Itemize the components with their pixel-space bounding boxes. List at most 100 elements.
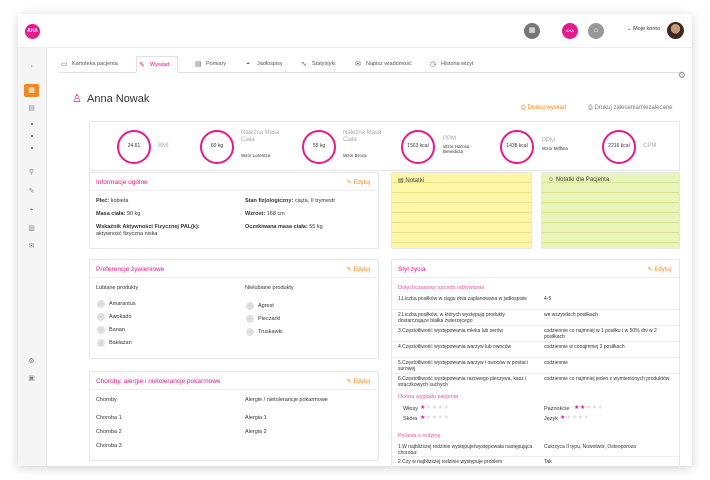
product-icon: ◦ — [97, 313, 105, 321]
field-value: 168 cm — [266, 211, 285, 217]
lifestyle-answer: 4-5 — [544, 296, 552, 302]
dish-icon[interactable]: ◓ — [24, 204, 39, 217]
lifestyle-card: Styl życia ✎ Edytuj Dotychczasowy sposób… — [391, 259, 680, 466]
folder-icon: ▭ — [61, 61, 68, 68]
tab-label: Pomiary — [206, 61, 227, 67]
sex-row: Płeć: kobieta — [96, 198, 128, 205]
cpm-gauge: 2216 kcal — [602, 130, 636, 164]
product-icon: ◦ — [97, 326, 105, 334]
stat-label: BMI — [158, 143, 169, 149]
lifestyle-answer: codziennie co najmniej jeden z wymienion… — [544, 376, 670, 382]
edit-button[interactable]: ✎ Edytuj — [347, 179, 370, 186]
tab-bar: ▭ Kartoteka pacjenta ✎ Wywiad ▤ Pomiary ◓ Ja… — [59, 56, 680, 73]
stat-label: PPM — [542, 138, 556, 144]
collapse-arrow-icon[interactable]: › — [24, 60, 39, 73]
lifestyle-question: 3.Częstotliwość występowania mleka lub s… — [398, 328, 504, 334]
tab-statistics[interactable]: ∿ Statystyki — [299, 56, 336, 73]
product-icon: ◦ — [97, 300, 105, 308]
divider — [392, 341, 679, 342]
divider — [90, 190, 378, 191]
sidebar: › ▦ ▤ ⚲ ✎ ◓ ▥ ✉ ⚙ ▣ — [18, 48, 47, 466]
tab-measurements[interactable]: ▤ Pomiary — [193, 56, 226, 73]
account-menu[interactable]: ⌄ Moje konto — [627, 26, 660, 32]
field-label: Stan fizjologiczny: — [245, 198, 294, 204]
lifestyle-answer: codziennie — [544, 360, 568, 366]
weight-row: Masa ciała: 90 kg — [96, 211, 140, 218]
pencil-icon[interactable]: ✎ — [24, 185, 39, 198]
sidebar-dot — [31, 135, 33, 137]
lifestyle-answer: codziennie co najmniej w 1 posiłku i w 5… — [544, 328, 657, 340]
ideal-weight-lorentz-gauge: 60 kg — [200, 130, 234, 164]
section-heading: Dotychczasowy sposób odżywiania — [398, 285, 485, 291]
field-label: Wzrost: — [245, 211, 266, 217]
stat-sub: Wzór Mifflina — [542, 146, 568, 151]
product-icon: ◦ — [246, 315, 254, 323]
cart-icon[interactable]: ⌂ — [588, 23, 604, 39]
tab-label: Kartoteka pacjenta — [72, 61, 118, 67]
table-icon[interactable]: ▥ — [24, 222, 39, 235]
account-label: Moje konto — [633, 26, 660, 32]
settings-icon[interactable]: ⚙ — [24, 355, 39, 368]
aha-icon[interactable]: AHA — [562, 23, 578, 39]
avatar[interactable] — [667, 22, 684, 39]
stat-sub: Wzór Harrisa -Benedicta — [443, 144, 472, 154]
print-recommendations-button[interactable]: ⎙ Drukuj zalecenia/niezalecane — [588, 105, 673, 112]
notes-panel[interactable]: ▤ Notatki — [391, 172, 532, 249]
topbar: AHA ▦ AHA ⌂ ⌄ Moje konto — [18, 14, 692, 48]
building-icon[interactable]: ▣ — [24, 372, 39, 385]
tab-patient-file[interactable]: ▭ Kartoteka pacjenta — [59, 56, 118, 73]
rating-stars: ★★★★★ — [420, 405, 450, 411]
bmi-gauge: 24.61 — [117, 130, 151, 164]
search-icon[interactable]: ⚲ — [24, 166, 39, 179]
rating-label: Włosy — [403, 406, 418, 412]
card-title: Choroby, alergie i nietolerancje pokarmo… — [96, 378, 221, 385]
field-value: kobieta — [110, 198, 129, 204]
disliked-item: Truskawki — [258, 329, 283, 335]
family-question: 1.W najbliższej rodzinie występuje/wystę… — [398, 444, 533, 456]
stat-label: Należna Masa Ciała — [343, 130, 382, 143]
edit-button[interactable]: ✎ Edytuj — [648, 266, 671, 273]
rating-label: Język — [544, 416, 559, 422]
disease-item: Choroba 3 — [96, 443, 122, 449]
tab-write-message[interactable]: ✉ Napisz wiadomość — [353, 56, 412, 73]
field-value: ciąża, II trymestr — [294, 198, 336, 204]
grid-icon[interactable]: ▦ — [24, 84, 39, 97]
chart-icon: ∿ — [301, 61, 307, 68]
app-logo[interactable]: AHA — [25, 24, 40, 39]
tab-label: Wywiad — [150, 62, 170, 68]
stat-label: PPM — [443, 136, 457, 142]
liked-item: Amarantus — [109, 301, 136, 307]
field-label: Wskaźnik Aktywności Fizycznej PAL(k): — [96, 224, 200, 230]
patient-notes-panel[interactable]: ☺ Notatki dla Pacjenta — [541, 172, 680, 249]
product-icon: ◦ — [246, 302, 254, 310]
patient-name: Anna Nowak — [87, 93, 150, 105]
allergies-header: Alergie / nietolerancje pokarmowe — [245, 397, 328, 403]
tab-label: Statystyki — [312, 61, 336, 67]
stat-label: CPM — [643, 143, 657, 149]
envelope-icon: ✉ — [355, 61, 361, 68]
family-answer: Tak — [544, 459, 552, 465]
food-preferences-card: Preferencje żywieniowe ✎ Edytuj Lubiane … — [89, 259, 379, 359]
divider — [392, 309, 679, 310]
rating-label: Paznokcie — [544, 406, 570, 412]
tab-interview[interactable]: ✎ Wywiad — [136, 56, 179, 73]
patient-notes-title: Notatki dla Pacjenta — [555, 177, 610, 183]
edit-button[interactable]: ✎ Edytuj — [347, 266, 370, 273]
rating-stars: ★★★★★ — [574, 405, 604, 411]
tab-meal-plans[interactable]: ◓ Jadłospisy — [244, 56, 283, 73]
print-interview-button[interactable]: ⎙ Drukuj wywiad — [521, 105, 566, 112]
liked-item: Awokado — [109, 314, 132, 320]
tab-visit-history[interactable]: ◷ Historia wizyt — [428, 56, 473, 73]
print-recommendations-label: Drukuj zalecenia/niezalecane — [594, 105, 673, 111]
stat-sub: Wzór Lorentza — [241, 153, 271, 158]
edit-label: Edytuj — [353, 379, 370, 385]
card-title: Styl życia — [398, 266, 426, 273]
mail-icon[interactable]: ✉ — [24, 240, 39, 253]
calendar-icon[interactable]: ▦ — [524, 23, 540, 39]
list-icon[interactable]: ▤ — [24, 102, 39, 115]
rating-label: Skóra — [403, 416, 418, 422]
settings-cog-icon[interactable]: ⚙ — [678, 70, 686, 81]
notes-title: Notatki — [405, 178, 425, 184]
field-label: Masa ciała: — [96, 211, 126, 217]
edit-button[interactable]: ✎ Edytuj — [347, 378, 370, 385]
